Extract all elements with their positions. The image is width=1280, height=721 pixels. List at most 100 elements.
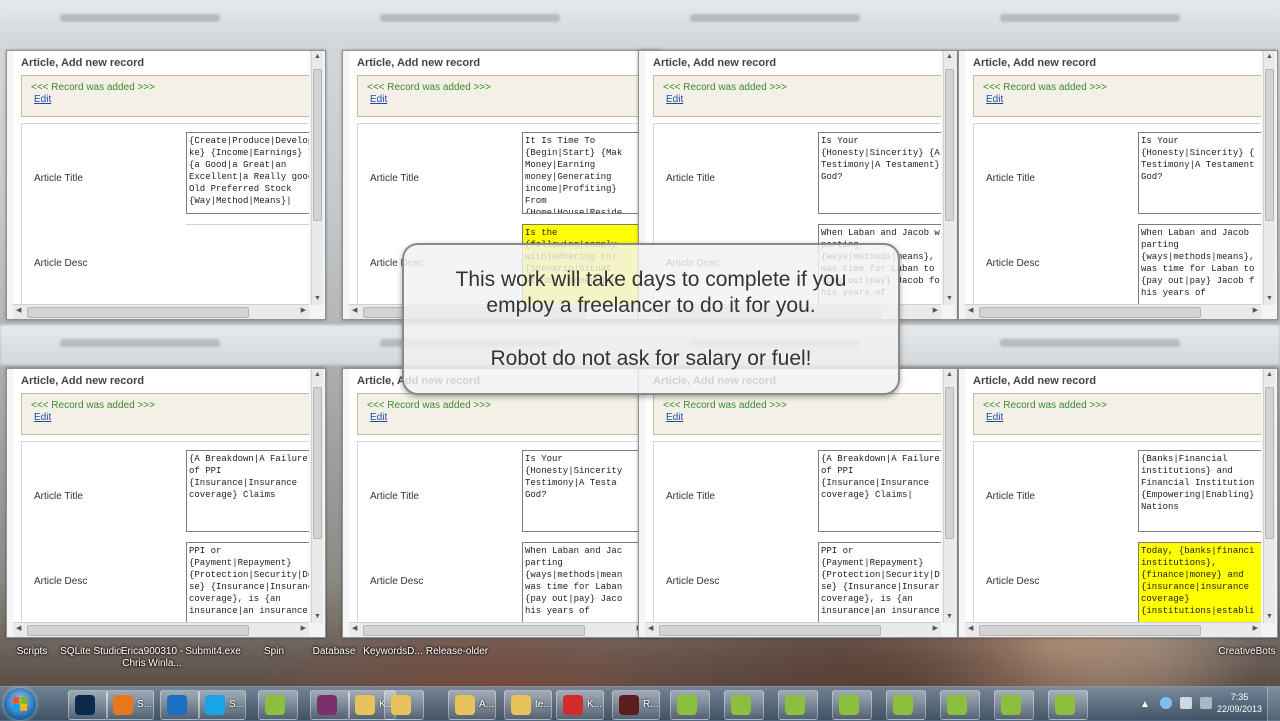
show-desktop-button[interactable] (1267, 687, 1280, 721)
edit-link[interactable]: Edit (666, 412, 683, 423)
scroll-right-icon[interactable]: ▶ (933, 306, 938, 314)
scroll-left-icon[interactable]: ◀ (352, 624, 357, 632)
horizontal-scrollbar[interactable]: ◀ ▶ (13, 622, 309, 637)
scroll-right-icon[interactable]: ▶ (301, 624, 306, 632)
scroll-down-icon[interactable]: ▼ (1264, 613, 1275, 623)
desktop-icon-release-older[interactable]: Release-older (424, 646, 490, 658)
scroll-left-icon[interactable]: ◀ (352, 306, 357, 314)
edit-link[interactable]: Edit (986, 94, 1003, 105)
article-title-textarea[interactable]: {Banks|Financial institutions} and Finan… (1138, 450, 1261, 532)
horizontal-scrollbar[interactable]: ◀ ▶ (645, 622, 941, 637)
volume-icon[interactable] (1180, 697, 1192, 709)
vertical-scrollbar[interactable]: ▲ ▼ (311, 369, 323, 623)
taskbar-button[interactable] (886, 690, 926, 720)
edit-link[interactable]: Edit (370, 412, 387, 423)
scrollbar-thumb[interactable] (27, 625, 249, 636)
article-desc-textarea[interactable]: PPI or {Payment|Repayment} {Protection|S… (186, 542, 309, 623)
tray-chevron-icon[interactable]: ▲ (1140, 699, 1150, 710)
article-title-textarea[interactable]: {Create|Produce|Develop|Ma ke} {Income|E… (186, 132, 309, 214)
article-desc-textarea[interactable]: Today, {banks|financi institutions}, {fi… (1138, 542, 1261, 623)
scroll-up-icon[interactable]: ▲ (1264, 53, 1275, 63)
scrollbar-thumb[interactable] (1265, 69, 1274, 221)
clock[interactable]: 7:35 22/09/2013 (1217, 691, 1262, 715)
article-title-textarea[interactable]: {A Breakdown|A Failure} of PPI {Insuranc… (186, 450, 309, 532)
taskbar-button[interactable] (1048, 690, 1088, 720)
scroll-left-icon[interactable]: ◀ (16, 306, 21, 314)
scroll-up-icon[interactable]: ▲ (944, 53, 955, 63)
taskbar-button[interactable]: S... (198, 690, 246, 720)
scroll-right-icon[interactable]: ▶ (933, 624, 938, 632)
taskbar-button[interactable] (310, 690, 350, 720)
vertical-scrollbar[interactable]: ▲ ▼ (943, 51, 955, 305)
battery-icon[interactable] (1200, 697, 1212, 709)
taskbar-button[interactable]: A... (448, 690, 496, 720)
scrollbar-thumb[interactable] (945, 69, 954, 221)
vertical-scrollbar[interactable]: ▲ ▼ (943, 369, 955, 623)
scrollbar-thumb[interactable] (979, 307, 1201, 318)
taskbar-button[interactable] (778, 690, 818, 720)
scrollbar-thumb[interactable] (945, 387, 954, 539)
scroll-down-icon[interactable]: ▼ (312, 613, 323, 623)
edit-link[interactable]: Edit (34, 412, 51, 423)
scroll-up-icon[interactable]: ▲ (312, 53, 323, 63)
vertical-scrollbar[interactable]: ▲ ▼ (1263, 51, 1275, 305)
taskbar-button[interactable]: S... (106, 690, 154, 720)
vertical-scrollbar[interactable]: ▲ ▼ (311, 51, 323, 305)
scroll-up-icon[interactable]: ▲ (944, 371, 955, 381)
scroll-right-icon[interactable]: ▶ (1253, 306, 1258, 314)
edit-link[interactable]: Edit (34, 94, 51, 105)
article-desc-textarea[interactable]: When Laban and Jac parting {ways|methods… (522, 542, 645, 623)
scroll-down-icon[interactable]: ▼ (1264, 295, 1275, 305)
desktop-icon-erica[interactable]: Erica900310 - Chris Winla... (120, 646, 184, 670)
scrollbar-thumb[interactable] (313, 69, 322, 221)
scrollbar-thumb[interactable] (313, 387, 322, 539)
desktop-icon-sqlite-studio[interactable]: SQLite Studio (58, 646, 124, 658)
taskbar-button[interactable] (68, 690, 108, 720)
scrollbar-thumb[interactable] (1265, 387, 1274, 539)
taskbar-button[interactable] (994, 690, 1034, 720)
scrollbar-thumb[interactable] (27, 307, 249, 318)
article-title-textarea[interactable]: It Is Time To {Begin|Start} {Mak Money|E… (522, 132, 645, 214)
vertical-scrollbar[interactable]: ▲ ▼ (1263, 369, 1275, 623)
horizontal-scrollbar[interactable]: ◀ ▶ (349, 622, 645, 637)
desktop-icon-creativebots[interactable]: CreativeBots (1216, 646, 1278, 658)
desktop-icon-submit4[interactable]: Submit4.exe (182, 646, 244, 658)
article-title-textarea[interactable]: Is Your {Honesty|Sincerity} { Testimony|… (1138, 132, 1261, 214)
taskbar-button[interactable]: R... (612, 690, 660, 720)
scroll-down-icon[interactable]: ▼ (944, 613, 955, 623)
article-desc-textarea[interactable] (186, 224, 309, 305)
article-title-textarea[interactable]: Is Your {Honesty|Sincerity} {A Testimony… (818, 132, 941, 214)
scroll-up-icon[interactable]: ▲ (1264, 371, 1275, 381)
scroll-right-icon[interactable]: ▶ (301, 306, 306, 314)
taskbar-button[interactable] (258, 690, 298, 720)
article-desc-textarea[interactable]: PPI or {Payment|Repayment} {Protection|S… (818, 542, 941, 623)
scrollbar-thumb[interactable] (979, 625, 1201, 636)
scroll-left-icon[interactable]: ◀ (648, 624, 653, 632)
article-title-textarea[interactable]: {A Breakdown|A Failure of PPI {Insurance… (818, 450, 941, 532)
taskbar-button[interactable] (384, 690, 424, 720)
start-button[interactable] (4, 688, 36, 720)
taskbar-button[interactable] (940, 690, 980, 720)
horizontal-scrollbar[interactable]: ◀ ▶ (965, 622, 1261, 637)
scroll-down-icon[interactable]: ▼ (944, 295, 955, 305)
scroll-left-icon[interactable]: ◀ (16, 624, 21, 632)
desktop-icon-scripts[interactable]: Scripts (12, 646, 52, 658)
scroll-up-icon[interactable]: ▲ (312, 371, 323, 381)
taskbar-button[interactable]: K... (556, 690, 604, 720)
horizontal-scrollbar[interactable]: ◀ ▶ (965, 304, 1261, 319)
scrollbar-thumb[interactable] (363, 625, 585, 636)
scroll-right-icon[interactable]: ▶ (1253, 624, 1258, 632)
network-icon[interactable] (1160, 697, 1172, 709)
desktop-icon-database[interactable]: Database (308, 646, 360, 658)
taskbar-button[interactable] (670, 690, 710, 720)
desktop-icon-keywords[interactable]: KeywordsD... (362, 646, 424, 658)
article-title-textarea[interactable]: Is Your {Honesty|Sincerity Testimony|A T… (522, 450, 645, 532)
edit-link[interactable]: Edit (370, 94, 387, 105)
scrollbar-thumb[interactable] (659, 625, 881, 636)
desktop-icon-spin[interactable]: Spin (254, 646, 294, 658)
edit-link[interactable]: Edit (666, 94, 683, 105)
taskbar-button[interactable] (832, 690, 872, 720)
taskbar-button[interactable] (160, 690, 200, 720)
edit-link[interactable]: Edit (986, 412, 1003, 423)
article-desc-textarea[interactable]: When Laban and Jacob parting {ways|metho… (1138, 224, 1261, 305)
